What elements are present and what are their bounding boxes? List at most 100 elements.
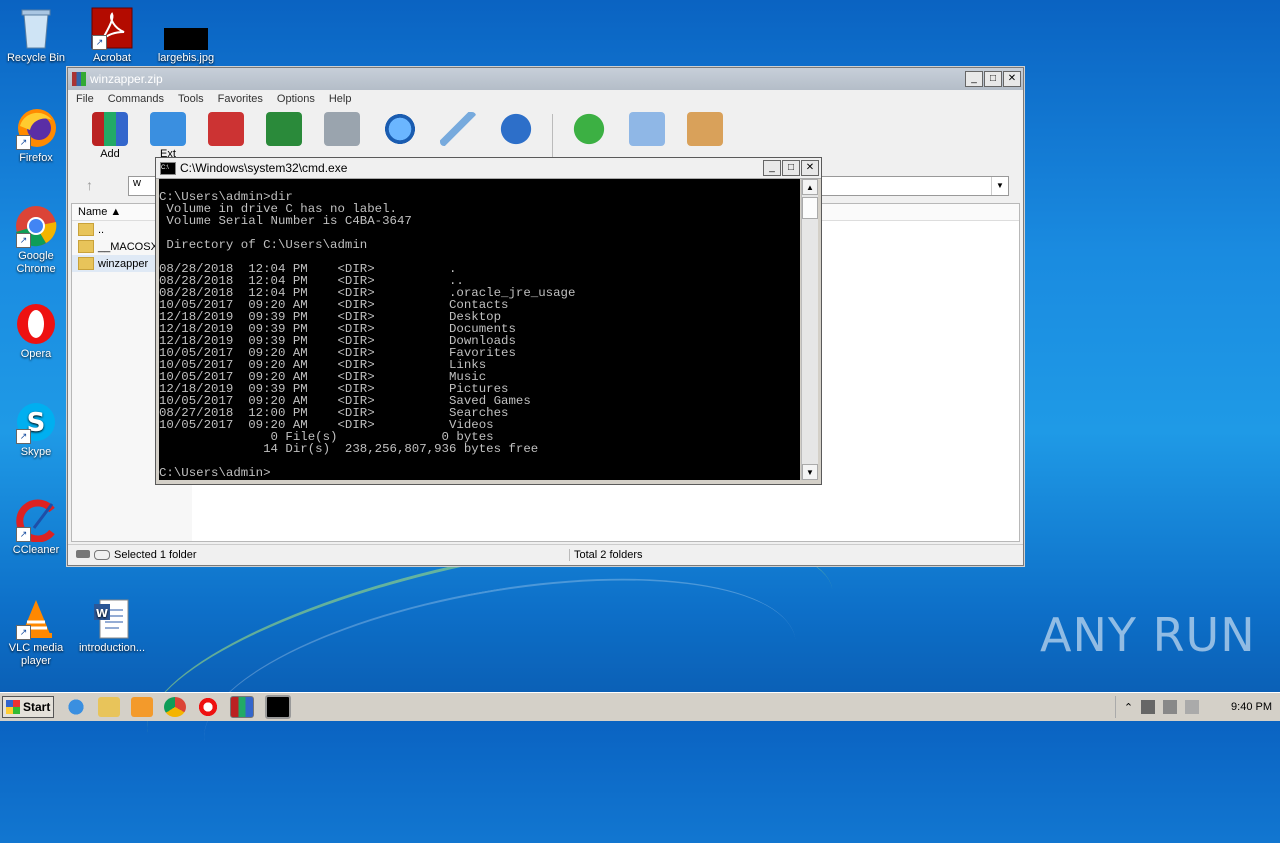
folder-icon (78, 240, 94, 253)
console-output[interactable]: C:\Users\admin>dir Volume in drive C has… (159, 179, 800, 480)
sfx-button[interactable] (683, 108, 727, 148)
opera-icon[interactable] (197, 697, 219, 717)
info-icon (498, 112, 534, 146)
desktop-icon-image-file[interactable]: largebis.jpg (151, 6, 221, 65)
key-icon (94, 550, 110, 560)
anyrun-watermark: ANY RUN (1040, 608, 1256, 662)
minimize-button[interactable]: _ (763, 160, 781, 176)
status-total: Total 2 folders (574, 549, 643, 561)
svg-text:W: W (96, 607, 108, 620)
desktop-icon-acrobat[interactable]: ↗ Acrobat (77, 6, 147, 65)
taskbar: Start ⌃ 9:40 PM (0, 692, 1280, 721)
desktop-icon-vlc[interactable]: ↗ VLC media player (1, 596, 71, 668)
clipboard-check-icon (208, 112, 244, 146)
desktop-icon-chrome[interactable]: ↗ Google Chrome (1, 204, 71, 276)
volume-icon[interactable] (1163, 700, 1178, 714)
menu-favorites[interactable]: Favorites (218, 93, 263, 105)
menu-commands[interactable]: Commands (108, 93, 164, 105)
cmd-icon: C:\ (160, 161, 176, 175)
desktop-icon-firefox[interactable]: ↗ Firefox (1, 106, 71, 165)
winrar-title: winzapper.zip (90, 72, 163, 86)
info-button[interactable] (494, 108, 538, 148)
minimize-button[interactable]: _ (965, 71, 983, 87)
trash-icon (324, 112, 360, 146)
desktop-icon-ccleaner[interactable]: ↗ CCleaner (1, 498, 71, 557)
cmd-title: C:\Windows\system32\cmd.exe (180, 161, 348, 175)
add-button[interactable]: Add (88, 108, 132, 160)
book-icon (266, 112, 302, 146)
chevron-down-icon[interactable]: ▼ (991, 177, 1008, 195)
test-button[interactable] (204, 108, 248, 148)
internet-explorer-icon[interactable] (65, 697, 87, 717)
menu-tools[interactable]: Tools (178, 93, 204, 105)
menu-help[interactable]: Help (329, 93, 352, 105)
image-file-icon (164, 6, 208, 50)
find-button[interactable] (378, 108, 422, 148)
winrar-taskbar-icon[interactable] (230, 696, 254, 718)
scroll-down-button[interactable]: ▼ (802, 464, 818, 480)
folder-icon (150, 112, 186, 146)
menu-options[interactable]: Options (277, 93, 315, 105)
winrar-icon (72, 72, 86, 86)
skype-icon: S ↗ (14, 400, 58, 444)
chevron-up-icon[interactable]: ⌃ (1124, 701, 1133, 714)
close-button[interactable]: ✕ (801, 160, 819, 176)
cmd-titlebar[interactable]: C:\ C:\Windows\system32\cmd.exe _ □ ✕ (156, 158, 821, 179)
cmd-window[interactable]: C:\ C:\Windows\system32\cmd.exe _ □ ✕ C:… (155, 157, 822, 485)
explorer-folder-icon[interactable] (98, 697, 120, 717)
media-player-icon[interactable] (131, 697, 153, 717)
desktop-icon-word-doc[interactable]: W introduction... (77, 596, 147, 655)
scroll-thumb[interactable] (802, 197, 818, 219)
up-arrow-icon[interactable]: ↑ (86, 177, 93, 193)
bug-icon (571, 112, 607, 146)
shortcut-arrow-icon: ↗ (16, 429, 31, 444)
shortcut-arrow-icon: ↗ (92, 35, 107, 50)
view-button[interactable] (262, 108, 306, 148)
folder-icon (78, 257, 94, 270)
box-icon (687, 112, 723, 146)
vlc-icon: ↗ (14, 596, 58, 640)
chrome-icon[interactable] (164, 697, 186, 717)
network-icon[interactable] (1141, 700, 1156, 714)
maximize-button[interactable]: □ (984, 71, 1002, 87)
wizard-button[interactable] (436, 108, 480, 148)
desktop-icon-opera[interactable]: Opera (1, 302, 71, 361)
clock[interactable]: 9:40 PM (1231, 701, 1272, 713)
word-doc-icon: W (90, 596, 134, 640)
shortcut-arrow-icon: ↗ (16, 625, 31, 640)
winrar-menubar: File Commands Tools Favorites Options He… (68, 90, 1023, 108)
magnifier-icon (382, 112, 418, 146)
add-archive-icon (92, 112, 128, 146)
windows-logo-icon (6, 700, 20, 714)
close-button[interactable]: ✕ (1003, 71, 1021, 87)
menu-file[interactable]: File (76, 93, 94, 105)
maximize-button[interactable]: □ (782, 160, 800, 176)
chrome-icon: ↗ (14, 204, 58, 248)
comment-button[interactable] (625, 108, 669, 148)
shortcut-arrow-icon: ↗ (16, 527, 31, 542)
recycle-bin-icon (14, 6, 58, 50)
status-selected: Selected 1 folder (68, 549, 570, 561)
drive-icon (76, 550, 90, 558)
shortcut-arrow-icon: ↗ (16, 135, 31, 150)
folder-up-icon (78, 223, 94, 236)
comment-icon (629, 112, 665, 146)
flag-icon[interactable] (1185, 700, 1200, 714)
winrar-titlebar[interactable]: winzapper.zip _ □ ✕ (68, 68, 1023, 90)
cmd-taskbar-icon[interactable] (265, 695, 291, 719)
magic-wand-icon (440, 112, 476, 146)
system-tray: ⌃ 9:40 PM (1114, 696, 1280, 718)
vertical-scrollbar[interactable]: ▲ ▼ (801, 179, 818, 480)
virus-scan-button[interactable] (567, 108, 611, 148)
scroll-up-button[interactable]: ▲ (802, 179, 818, 195)
delete-button[interactable] (320, 108, 364, 148)
start-button[interactable]: Start (2, 696, 54, 718)
acrobat-icon: ↗ (90, 6, 134, 50)
desktop-icon-recycle-bin[interactable]: Recycle Bin (1, 6, 71, 65)
status-bar: Selected 1 folder Total 2 folders (68, 544, 1023, 565)
ccleaner-icon: ↗ (14, 498, 58, 543)
extract-button[interactable]: Ext (146, 108, 190, 160)
desktop-icon-skype[interactable]: S ↗ Skype (1, 400, 71, 459)
opera-icon (14, 302, 58, 346)
shortcut-arrow-icon: ↗ (16, 233, 31, 248)
